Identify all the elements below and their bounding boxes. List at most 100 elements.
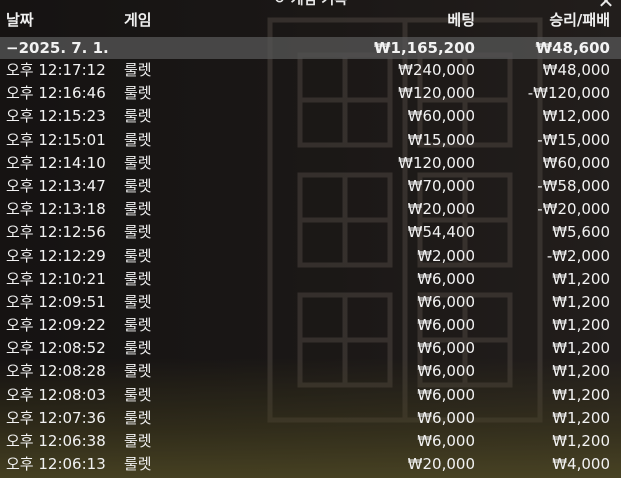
row-time: 오후 12:09:51 xyxy=(6,292,106,311)
row-win-loss: -₩120,000 xyxy=(527,84,610,103)
table-row[interactable]: 오후 12:10:21 룰렛 ₩6,000 ₩1,200 xyxy=(0,268,621,291)
row-win-loss: -₩58,000 xyxy=(537,176,610,195)
row-game: 룰렛 xyxy=(124,84,152,103)
summary-bet: ₩1,165,200 xyxy=(373,39,475,57)
row-time: 오후 12:12:29 xyxy=(6,246,106,265)
row-game: 룰렛 xyxy=(124,61,152,79)
table-row[interactable]: 오후 12:06:38 룰렛 ₩6,000 ₩1,200 xyxy=(0,430,621,453)
row-bet: ₩6,000 xyxy=(417,362,475,381)
row-time: 오후 12:16:46 xyxy=(6,84,106,103)
row-game: 룰렛 xyxy=(124,223,152,242)
row-win-loss: ₩1,200 xyxy=(552,339,610,358)
table-row[interactable]: 오후 12:09:22 룰렛 ₩6,000 ₩1,200 xyxy=(0,314,621,337)
table-row[interactable]: 오후 12:09:51 룰렛 ₩6,000 ₩1,200 xyxy=(0,291,621,314)
summary-win-loss: ₩48,600 xyxy=(535,39,610,57)
table-row[interactable]: 오후 12:16:46 룰렛 ₩120,000 -₩120,000 xyxy=(0,82,621,105)
row-game: 룰렛 xyxy=(124,246,152,265)
row-win-loss: ₩1,200 xyxy=(552,292,610,311)
panel-title-text: 게임 기록 xyxy=(290,0,348,8)
row-game: 룰렛 xyxy=(124,339,152,358)
table-header: 날짜 게임 베팅 승리/패배 xyxy=(0,9,621,35)
table-row[interactable]: 오후 12:13:47 룰렛 ₩70,000 -₩58,000 xyxy=(0,175,621,198)
header-game: 게임 xyxy=(124,11,152,29)
row-bet: ₩15,000 xyxy=(407,130,475,149)
row-time: 오후 12:12:56 xyxy=(6,223,106,242)
row-win-loss: ₩5,600 xyxy=(552,223,610,242)
row-time: 오후 12:08:52 xyxy=(6,339,106,358)
row-time: 오후 12:07:36 xyxy=(6,408,106,427)
row-win-loss: ₩60,000 xyxy=(542,153,610,172)
row-game: 룰렛 xyxy=(124,432,152,450)
game-history-panel: ↻ 게임 기록 ✕ 날짜 게임 베팅 승리/패배 −2025. 7. 1. ₩1… xyxy=(0,0,621,478)
table-row[interactable]: 오후 12:06:13 룰렛 ₩20,000 ₩4,000 xyxy=(0,453,621,476)
row-win-loss: ₩1,200 xyxy=(552,316,610,335)
panel-title: ↻ 게임 기록 xyxy=(0,0,621,8)
row-time: 오후 12:14:10 xyxy=(6,153,106,172)
row-game: 룰렛 xyxy=(124,385,152,404)
row-game: 룰렛 xyxy=(124,269,152,288)
history-rows: 오후 12:17:12 룰렛 ₩240,000 ₩48,000 오후 12:16:46… xyxy=(0,59,621,476)
header-win-loss: 승리/패배 xyxy=(549,11,610,29)
table-row[interactable]: 오후 12:07:36 룰렛 ₩6,000 ₩1,200 xyxy=(0,407,621,430)
row-game: 룰렛 xyxy=(124,362,152,381)
header-date: 날짜 xyxy=(6,11,34,29)
table-row[interactable]: 오후 12:12:56 룰렛 ₩54,400 ₩5,600 xyxy=(0,221,621,244)
header-bet: 베팅 xyxy=(447,11,475,29)
table-row[interactable]: 오후 12:15:23 룰렛 ₩60,000 ₩12,000 xyxy=(0,105,621,128)
row-game: 룰렛 xyxy=(124,153,152,172)
row-time: 오후 12:10:21 xyxy=(6,269,106,288)
row-game: 룰렛 xyxy=(124,455,152,474)
row-time: 오후 12:06:38 xyxy=(6,432,106,450)
row-game: 룰렛 xyxy=(124,408,152,427)
clock-history-icon: ↻ xyxy=(274,0,285,7)
row-bet: ₩6,000 xyxy=(417,432,475,450)
summary-date: −2025. 7. 1. xyxy=(6,39,109,57)
row-time: 오후 12:13:47 xyxy=(6,176,106,195)
row-game: 룰렛 xyxy=(124,292,152,311)
row-bet: ₩240,000 xyxy=(398,61,475,79)
row-win-loss: -₩15,000 xyxy=(537,130,610,149)
table-row[interactable]: 오후 12:17:12 룰렛 ₩240,000 ₩48,000 xyxy=(0,59,621,82)
row-bet: ₩6,000 xyxy=(417,316,475,335)
row-win-loss: ₩1,200 xyxy=(552,385,610,404)
row-time: 오후 12:15:01 xyxy=(6,130,106,149)
row-bet: ₩20,000 xyxy=(407,455,475,474)
row-time: 오후 12:15:23 xyxy=(6,107,106,126)
row-time: 오후 12:08:03 xyxy=(6,385,106,404)
row-bet: ₩6,000 xyxy=(417,292,475,311)
row-bet: ₩120,000 xyxy=(398,84,475,103)
row-win-loss: -₩2,000 xyxy=(546,246,610,265)
row-bet: ₩6,000 xyxy=(417,269,475,288)
table-row[interactable]: 오후 12:08:28 룰렛 ₩6,000 ₩1,200 xyxy=(0,360,621,383)
row-bet: ₩6,000 xyxy=(417,339,475,358)
row-win-loss: ₩1,200 xyxy=(552,362,610,381)
table-row[interactable]: 오후 12:13:18 룰렛 ₩20,000 -₩20,000 xyxy=(0,198,621,221)
row-bet: ₩2,000 xyxy=(417,246,475,265)
row-win-loss: ₩1,200 xyxy=(552,408,610,427)
row-game: 룰렛 xyxy=(124,107,152,126)
row-win-loss: ₩1,200 xyxy=(552,432,610,450)
row-time: 오후 12:09:22 xyxy=(6,316,106,335)
row-game: 룰렛 xyxy=(124,176,152,195)
row-bet: ₩70,000 xyxy=(407,176,475,195)
row-game: 룰렛 xyxy=(124,316,152,335)
row-time: 오후 12:06:13 xyxy=(6,455,106,474)
table-row[interactable]: 오후 12:14:10 룰렛 ₩120,000 ₩60,000 xyxy=(0,152,621,175)
row-win-loss: ₩48,000 xyxy=(542,61,610,79)
table-row[interactable]: 오후 12:08:52 룰렛 ₩6,000 ₩1,200 xyxy=(0,337,621,360)
table-row[interactable]: 오후 12:12:29 룰렛 ₩2,000 -₩2,000 xyxy=(0,245,621,268)
table-row[interactable]: 오후 12:15:01 룰렛 ₩15,000 -₩15,000 xyxy=(0,129,621,152)
row-win-loss: ₩1,200 xyxy=(552,269,610,288)
row-time: 오후 12:17:12 xyxy=(6,61,106,79)
row-bet: ₩6,000 xyxy=(417,385,475,404)
row-bet: ₩6,000 xyxy=(417,408,475,427)
row-bet: ₩20,000 xyxy=(407,200,475,219)
row-win-loss: ₩4,000 xyxy=(552,455,610,474)
row-bet: ₩60,000 xyxy=(407,107,475,126)
row-time: 오후 12:13:18 xyxy=(6,200,106,219)
date-summary-row[interactable]: −2025. 7. 1. ₩1,165,200 ₩48,600 xyxy=(0,37,621,59)
table-row[interactable]: 오후 12:08:03 룰렛 ₩6,000 ₩1,200 xyxy=(0,384,621,407)
row-win-loss: -₩20,000 xyxy=(537,200,610,219)
row-game: 룰렛 xyxy=(124,130,152,149)
row-bet: ₩120,000 xyxy=(398,153,475,172)
